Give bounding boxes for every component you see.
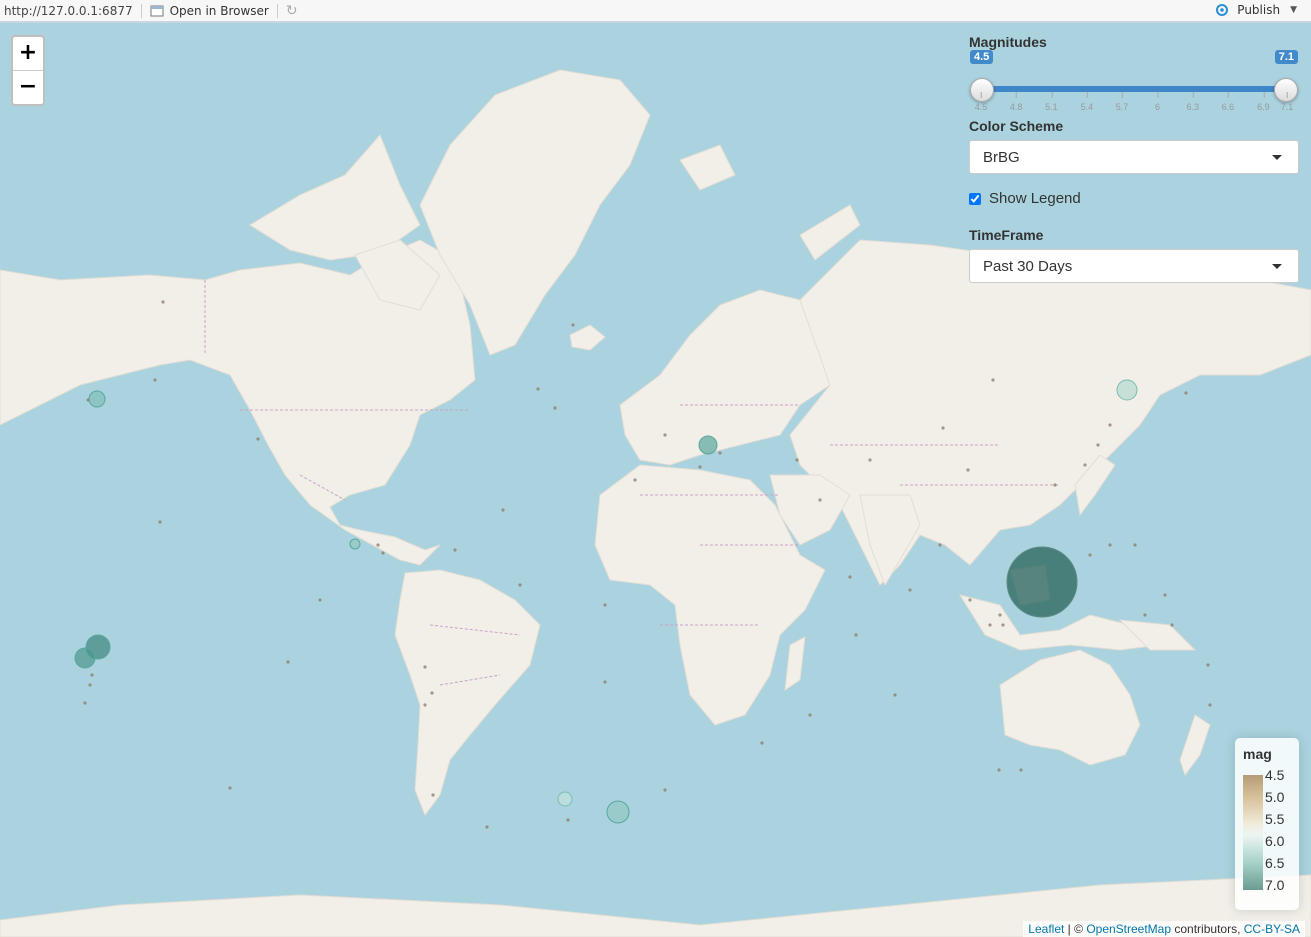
- magnitudes-label: Magnitudes: [969, 34, 1047, 50]
- url-label: http://127.0.0.1:6877: [4, 3, 133, 18]
- legend-label: 7.0: [1265, 877, 1285, 893]
- svalbard-land: [679, 144, 736, 191]
- slider-tick: 4.8: [1010, 92, 1022, 112]
- legend-label: 6.0: [1265, 833, 1285, 849]
- timeframe-select[interactable]: Past 30 Days: [969, 249, 1299, 283]
- madagascar-land: [784, 636, 806, 692]
- australia-land: [999, 649, 1141, 766]
- leaflet-link[interactable]: Leaflet: [1028, 922, 1064, 936]
- toolbar-divider: [140, 3, 142, 18]
- open-in-browser-button[interactable]: Open in Browser: [150, 4, 269, 18]
- chevron-down-icon: [1272, 264, 1282, 269]
- slider-tick: 6.6: [1222, 92, 1234, 112]
- slider-tick: 5.4: [1081, 92, 1093, 112]
- south-america-land: [394, 569, 541, 817]
- slider-tick: 7.1: [1281, 92, 1293, 112]
- legend-label: 6.5: [1265, 855, 1285, 871]
- browser-window-icon: [150, 5, 164, 16]
- timeframe-value: Past 30 Days: [983, 258, 1073, 275]
- india-land: [859, 494, 921, 587]
- chevron-down-icon: [1272, 155, 1282, 160]
- toolbar-divider: [276, 3, 278, 18]
- map-attribution: Leaflet | © OpenStreetMap contributors, …: [1023, 921, 1305, 937]
- slider-tick: 6: [1155, 92, 1160, 112]
- arctic-islands-land: [249, 134, 421, 261]
- attribution-contributors: contributors,: [1174, 922, 1241, 936]
- zoom-control: + −: [11, 35, 45, 106]
- legend-label: 5.0: [1265, 789, 1285, 805]
- slider-tick: 6.9: [1257, 92, 1270, 112]
- zoom-out-button[interactable]: −: [13, 71, 43, 104]
- color-scheme-select[interactable]: BrBG: [969, 140, 1299, 174]
- slider-max-badge: 7.1: [1274, 50, 1298, 64]
- refresh-icon[interactable]: ↻: [286, 3, 298, 19]
- timeframe-label: TimeFrame: [969, 227, 1044, 243]
- slider-min-badge: 4.5: [970, 50, 994, 64]
- magnitude-legend: mag 4.5 5.0 5.5 6.0 6.5 7.0: [1235, 738, 1299, 910]
- show-legend-label: Show Legend: [989, 190, 1081, 207]
- slider-tick: 5.7: [1116, 92, 1128, 112]
- slider-ticks: 4.5 4.8 5.1 5.4 5.7 6 6.3 6.6 6.9 7.1: [975, 92, 1293, 112]
- color-scheme-label: Color Scheme: [969, 118, 1064, 134]
- controls-panel: Magnitudes 4.5 7.1 4.5 4.8 5.1 5.4 5.7 6…: [969, 34, 1299, 299]
- magnitude-range-slider[interactable]: 4.5 7.1 4.5 4.8 5.1 5.4 5.7 6 6.3 6.6 6.…: [969, 50, 1299, 114]
- license-link[interactable]: CC-BY-SA: [1244, 922, 1300, 936]
- zoom-in-button[interactable]: +: [13, 37, 43, 71]
- color-scheme-value: BrBG: [983, 149, 1020, 166]
- legend-label: 4.5: [1265, 767, 1285, 783]
- publish-icon: [1216, 4, 1229, 16]
- show-legend-checkbox-row[interactable]: Show Legend: [969, 190, 1299, 207]
- iceland-land: [569, 324, 606, 351]
- legend-color-bar: [1243, 775, 1263, 890]
- attribution-separator: | ©: [1067, 922, 1083, 936]
- openstreetmap-link[interactable]: OpenStreetMap: [1086, 922, 1171, 936]
- new-zealand-land: [1179, 714, 1211, 777]
- publish-label: Publish: [1237, 3, 1281, 17]
- slider-tick: 6.3: [1186, 92, 1199, 112]
- open-in-browser-label: Open in Browser: [169, 3, 269, 18]
- legend-label: 5.5: [1265, 811, 1285, 827]
- slider-tick: 5.1: [1045, 92, 1058, 112]
- show-legend-checkbox[interactable]: [969, 192, 981, 205]
- slider-tick: 4.5: [975, 92, 987, 112]
- chevron-down-icon[interactable]: ▼: [1290, 5, 1297, 15]
- publish-button[interactable]: Publish ▼: [1213, 3, 1297, 17]
- viewer-toolbar: http://127.0.0.1:6877 Open in Browser ↻ …: [0, 0, 1311, 23]
- legend-title: mag: [1243, 746, 1272, 762]
